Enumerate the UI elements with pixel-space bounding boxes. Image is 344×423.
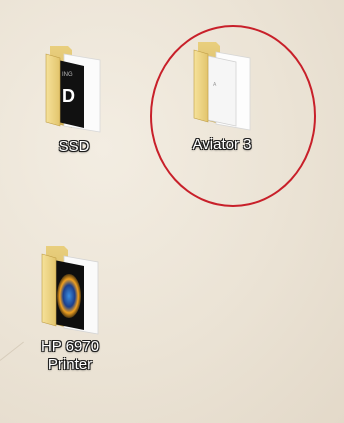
desktop-icon-label: Aviator 3 (192, 136, 252, 153)
svg-text:ING: ING (62, 72, 73, 78)
desktop-icon-aviator-3[interactable]: A Aviator 3 (176, 34, 268, 154)
desktop-icon-label: HP 6970 Printer (40, 338, 100, 373)
desktop-wallpaper-edge (0, 341, 24, 361)
svg-text:D: D (62, 86, 75, 106)
folder-with-black-document-icon: D ING (38, 36, 110, 136)
folder-with-printer-image-icon (34, 236, 106, 336)
desktop-icon-hp-6970-printer[interactable]: HP 6970 Printer (24, 236, 116, 374)
folder-with-blank-documents-icon: A (186, 34, 258, 134)
desktop-icon-ssd[interactable]: D ING SSD (28, 36, 120, 156)
desktop[interactable]: D ING SSD A Aviator 3 HP 6970 Printer (0, 0, 344, 423)
desktop-icon-label: SSD (58, 138, 90, 155)
